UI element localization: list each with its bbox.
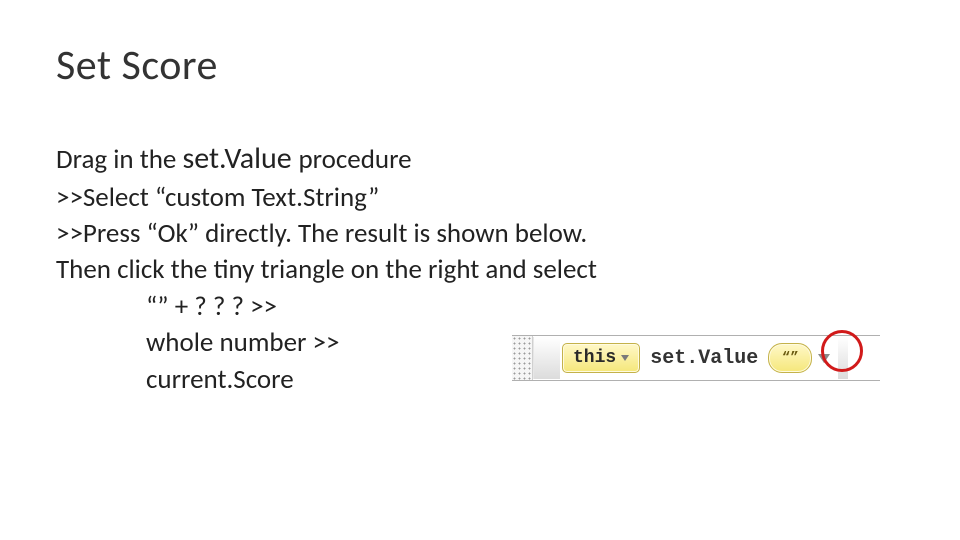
this-tile-label: this [573,348,616,368]
block-cap [533,337,560,379]
drag-grip-icon[interactable] [512,336,533,380]
indent-1: “” + ? ? ? >> [56,289,904,325]
line-1-post: procedure [298,143,411,176]
line-1-big: set.Value [182,140,298,177]
line-3: >>Press “Ok” directly. The result is sho… [56,216,904,252]
code-block: this set.Value “” [512,335,880,381]
value-literal: “” [782,350,799,366]
line-1-pre: Drag in the [56,143,182,176]
method-label: set.Value [642,347,766,370]
slide: Set Score Drag in the set.Value procedur… [0,0,960,540]
chevron-down-icon[interactable] [818,354,830,363]
page-title: Set Score [56,40,904,91]
chevron-down-icon [621,355,629,361]
line-4: Then click the tiny triangle on the righ… [56,252,904,288]
line-1: Drag in the set.Value procedure [56,139,904,180]
block-end-cap [838,337,848,379]
this-tile[interactable]: this [562,343,640,373]
line-2: >>Select “custom Text.String” [56,180,904,216]
value-pill[interactable]: “” [768,343,812,373]
